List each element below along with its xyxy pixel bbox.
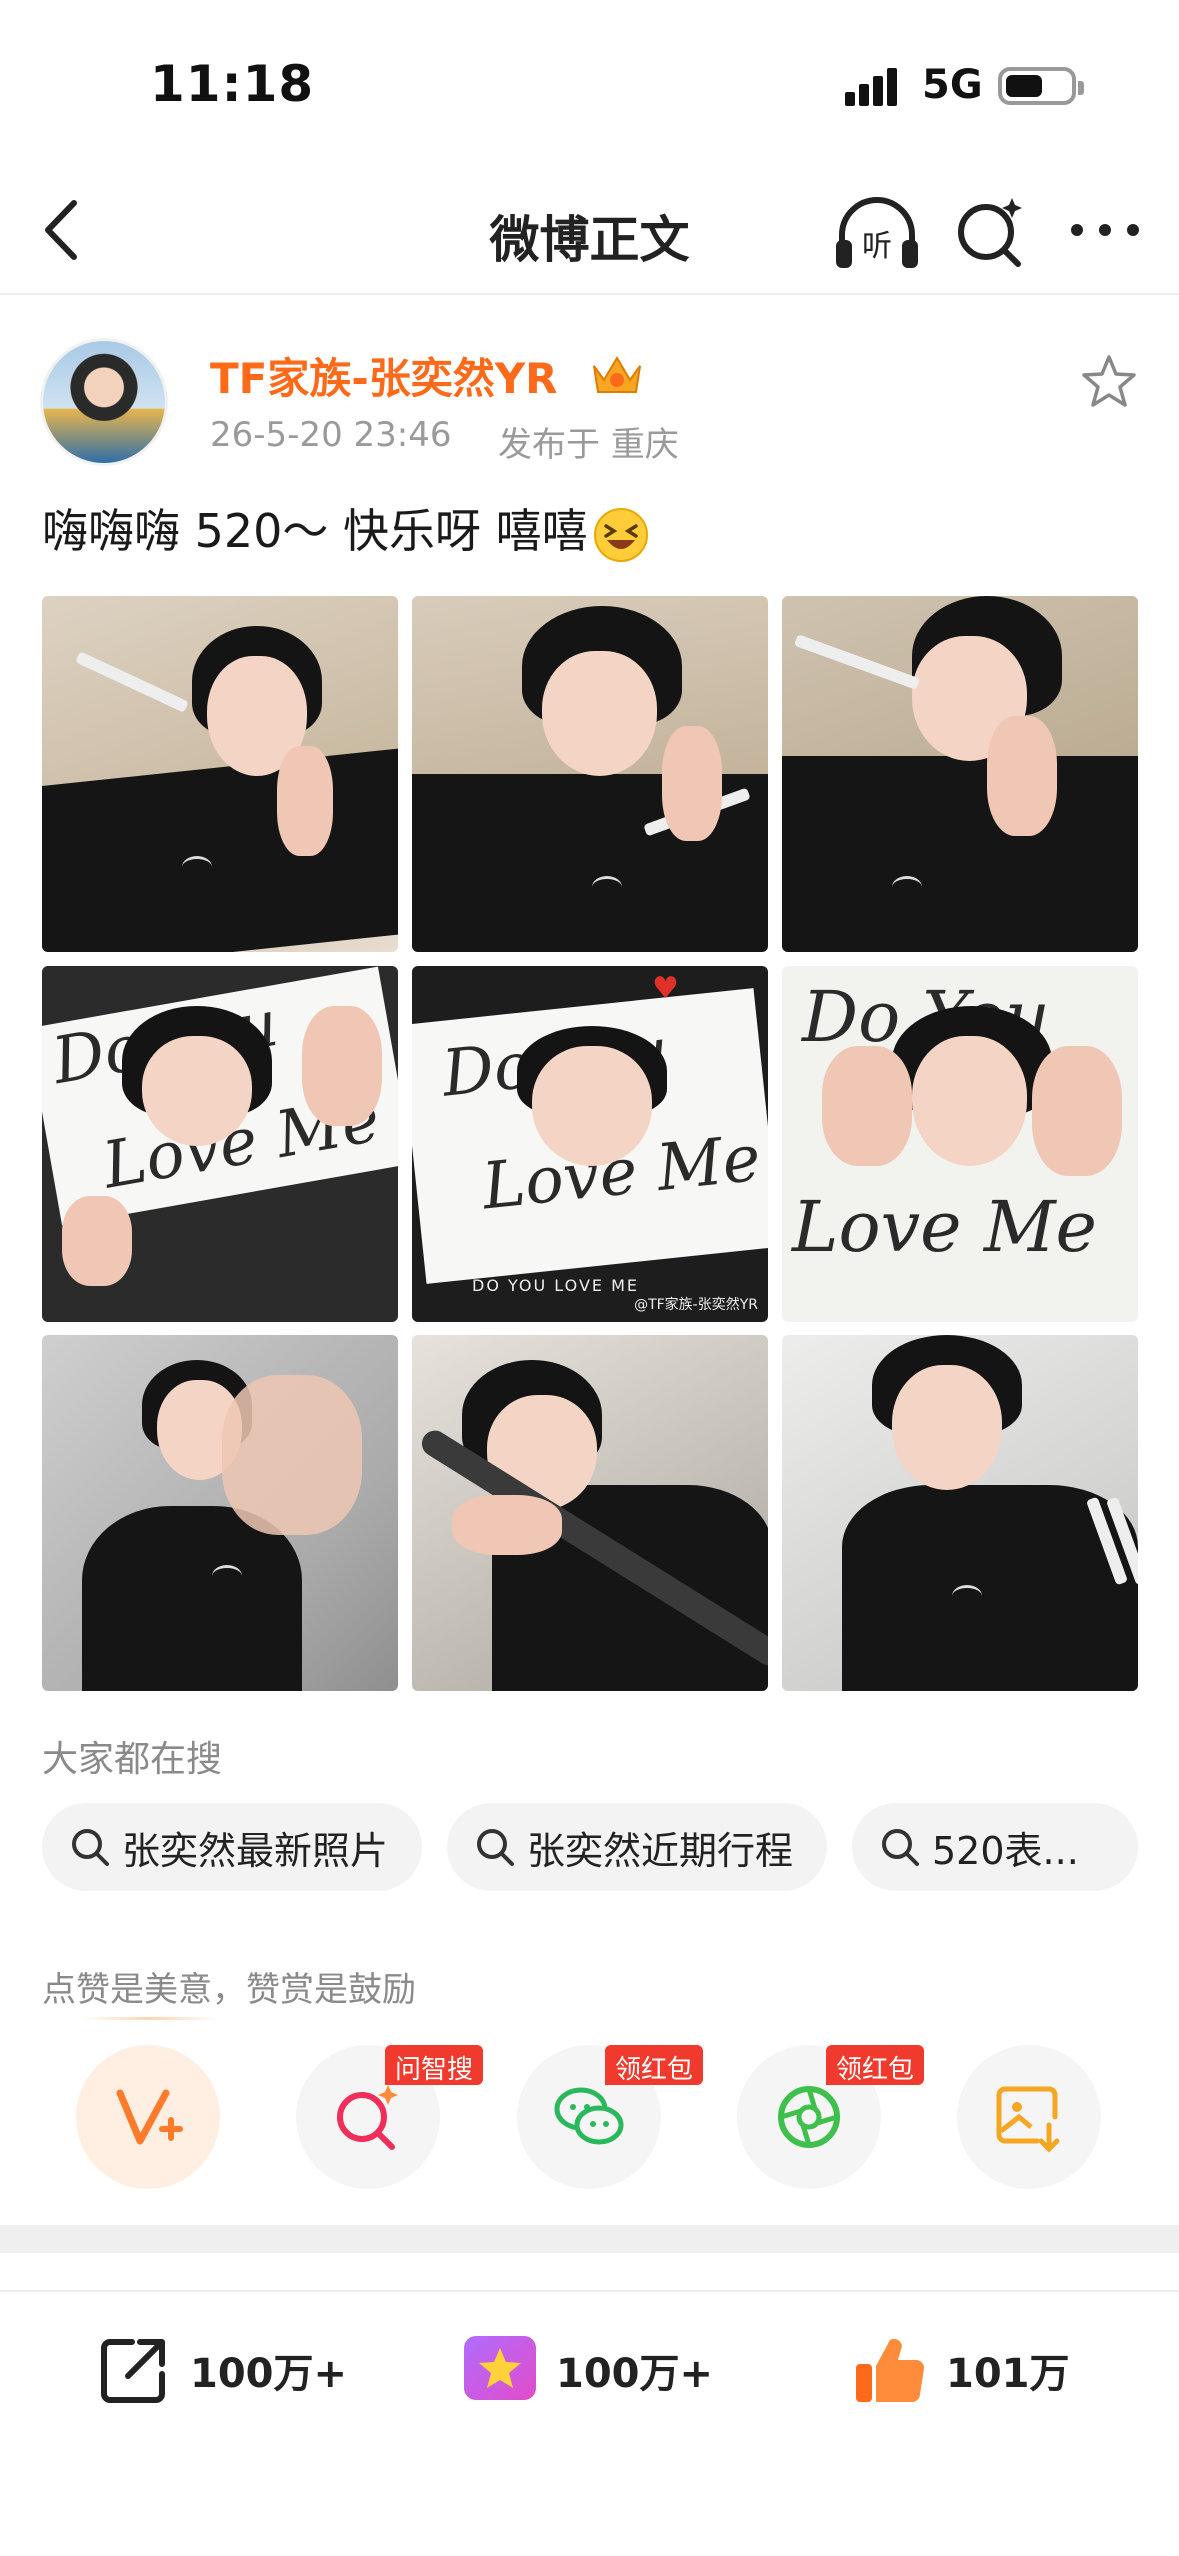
- crown-badge-icon: [593, 356, 641, 393]
- v-plus-button[interactable]: [76, 2045, 220, 2189]
- heart-icon: ♥: [652, 971, 679, 1006]
- save-image-button[interactable]: [957, 2045, 1101, 2189]
- moments-tag: 领红包: [826, 2045, 925, 2085]
- wechat-tag: 领红包: [605, 2045, 704, 2085]
- network-label: 5G: [922, 62, 983, 108]
- share-button[interactable]: 100万+: [94, 2325, 347, 2415]
- like-count: 101万: [946, 2351, 1070, 2397]
- more-icon[interactable]: [1065, 200, 1145, 260]
- status-time: 11:18: [150, 55, 315, 113]
- author-name[interactable]: TF家族-张奕然YR: [210, 345, 558, 406]
- photo-7[interactable]: [42, 1335, 398, 1691]
- suggestion-label: 张奕然最新照片: [122, 1828, 389, 1873]
- photo-2[interactable]: [412, 596, 768, 952]
- photo-3[interactable]: [782, 596, 1138, 952]
- sparkle-search-icon: [337, 2085, 398, 2150]
- photo-5[interactable]: Do You Love Me ♥ DO YOU LOVE ME @TF家族-张奕…: [412, 966, 768, 1322]
- support-title: 点赞是美意，赞赏是鼓励: [42, 1970, 416, 2010]
- photo-scrawl-f: Love Me: [792, 1186, 1097, 1268]
- laughing-emoji-icon: [593, 507, 648, 562]
- suggestion-chip-3[interactable]: 520表...: [852, 1803, 1138, 1891]
- suggestion-chip-1[interactable]: 张奕然最新照片: [42, 1803, 422, 1891]
- photo-caption: DO YOU LOVE ME: [472, 1276, 639, 1295]
- listen-button[interactable]: 听: [832, 190, 922, 275]
- suggestions-title: 大家都在搜: [42, 1739, 223, 1780]
- save-image-icon: [996, 2086, 1060, 2153]
- like-button[interactable]: 101万: [850, 2325, 1070, 2415]
- battery-icon: [998, 67, 1084, 105]
- moments-icon: [778, 2086, 840, 2148]
- photo-watermark: @TF家族-张奕然YR: [634, 1297, 758, 1313]
- wechat-icon: [554, 2087, 624, 2145]
- headphones-icon: 听: [836, 197, 918, 268]
- support-indicator: [80, 2017, 220, 2020]
- photo-1[interactable]: [42, 596, 398, 952]
- share-count: 100万+: [190, 2351, 348, 2397]
- reward-star-icon: [464, 2336, 536, 2400]
- action-bar-divider: [0, 2290, 1179, 2292]
- share-icon: [101, 2339, 165, 2403]
- search-icon: [882, 1829, 919, 1866]
- nav-bar: 微博正文 听: [0, 170, 1179, 295]
- listen-label: 听: [862, 229, 892, 264]
- suggestion-label: 520表...: [932, 1828, 1079, 1873]
- search-icon: [477, 1829, 514, 1866]
- avatar[interactable]: [40, 338, 168, 466]
- photo-4[interactable]: Do You Love Me: [42, 966, 398, 1322]
- ask-search-tag: 问智搜: [385, 2045, 484, 2085]
- section-divider: [0, 2225, 1179, 2253]
- like-thumb-icon: [856, 2338, 925, 2402]
- reward-button[interactable]: 100万+: [460, 2325, 713, 2415]
- photo-6[interactable]: Do You Love Me: [782, 966, 1138, 1322]
- suggestion-label: 张奕然近期行程: [527, 1828, 794, 1873]
- suggestion-chip-2[interactable]: 张奕然近期行程: [447, 1803, 827, 1891]
- post-location: 发布于 重庆: [498, 425, 679, 465]
- favorite-star-icon[interactable]: [1080, 352, 1138, 410]
- post-text-content: 嗨嗨嗨 520～ 快乐呀 嘻嘻: [42, 504, 588, 558]
- v-plus-icon: [116, 2089, 183, 2145]
- status-bar: 11:18 5G: [0, 0, 1179, 170]
- photo-grid: Do You Love Me Do You Love Me ♥ DO YOU L…: [42, 596, 1138, 1691]
- search-icon[interactable]: [950, 192, 1030, 272]
- signal-icon: [845, 66, 905, 106]
- post-text: 嗨嗨嗨 520～ 快乐呀 嘻嘻: [42, 495, 650, 564]
- photo-9[interactable]: [782, 1335, 1138, 1691]
- post-time: 26-5-20 23:46: [210, 415, 452, 455]
- search-icon: [72, 1829, 109, 1866]
- reward-count: 100万+: [556, 2351, 714, 2397]
- photo-8[interactable]: [412, 1335, 768, 1691]
